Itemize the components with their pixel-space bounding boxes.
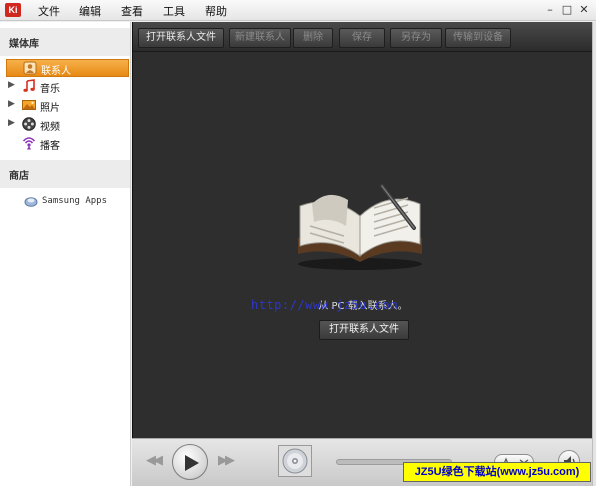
menu-edit[interactable]: 编辑 <box>79 3 101 19</box>
toolbar: 打开联系人文件 新建联系人 删除 保存 另存为 传输到设备 <box>133 22 593 52</box>
menu-help[interactable]: 帮助 <box>205 3 227 19</box>
open-contacts-file-center-button[interactable]: 打开联系人文件 <box>319 320 409 340</box>
previous-track-button[interactable]: ◀◀ <box>146 453 163 468</box>
menu-file[interactable]: 文件 <box>38 3 60 19</box>
minimize-button[interactable]: – <box>543 4 557 16</box>
watermark-url: http://www.jz5u.com <box>251 298 398 312</box>
main-panel: 打开联系人文件 新建联系人 删除 保存 另存为 传输到设备 从 PC 载入联系人… <box>132 22 593 438</box>
maximize-button[interactable]: □ <box>560 4 574 16</box>
photos-icon <box>22 100 36 110</box>
sidebar-item-label: 视频 <box>40 122 60 133</box>
content-area: 从 PC 载入联系人。 http://www.jz5u.com 打开联系人文件 <box>133 52 593 438</box>
site-watermark-badge: JZ5U绿色下载站(www.jz5u.com) <box>403 462 591 482</box>
store-header: 商店 <box>0 160 130 188</box>
sidebar-item-label: 音乐 <box>40 84 60 95</box>
new-contact-button[interactable]: 新建联系人 <box>229 28 291 48</box>
play-button[interactable] <box>172 444 208 480</box>
music-icon <box>23 79 35 92</box>
expand-arrow-icon[interactable]: ▶ <box>8 118 15 128</box>
album-art <box>278 445 312 477</box>
sidebar-item-podcast[interactable]: 播客 <box>6 135 129 153</box>
menu-tools[interactable]: 工具 <box>163 3 185 19</box>
sidebar-item-music[interactable]: ▶ 音乐 <box>6 78 129 96</box>
app-logo-icon: Ki <box>5 3 21 17</box>
next-track-button[interactable]: ▶▶ <box>218 453 235 468</box>
samsung-apps-icon <box>24 197 38 207</box>
sidebar-item-label: 联系人 <box>41 66 71 77</box>
sidebar-item-contacts[interactable]: 联系人 <box>6 59 129 77</box>
sidebar-item-photos[interactable]: ▶ 照片 <box>6 97 129 115</box>
sidebar: 媒体库 联系人 ▶ 音乐 ▶ 照片 ▶ 视频 播客 商店 Samsung App… <box>0 22 131 486</box>
menu-view[interactable]: 查看 <box>121 3 143 19</box>
transfer-to-device-button[interactable]: 传输到设备 <box>445 28 511 48</box>
sidebar-item-video[interactable]: ▶ 视频 <box>6 116 129 134</box>
library-header: 媒体库 <box>0 28 130 56</box>
expand-arrow-icon[interactable]: ▶ <box>8 80 15 90</box>
contacts-icon <box>23 61 37 75</box>
cd-icon <box>282 448 308 474</box>
sidebar-item-label: 照片 <box>40 103 60 114</box>
video-icon <box>22 117 36 131</box>
play-icon <box>185 455 199 471</box>
window-right-edge <box>592 22 596 486</box>
save-as-button[interactable]: 另存为 <box>390 28 442 48</box>
save-button[interactable]: 保存 <box>339 28 385 48</box>
open-book-icon <box>298 184 422 270</box>
expand-arrow-icon[interactable]: ▶ <box>8 99 15 109</box>
open-contacts-file-button[interactable]: 打开联系人文件 <box>138 28 224 48</box>
sidebar-item-label: Samsung Apps <box>42 196 108 206</box>
delete-button[interactable]: 删除 <box>293 28 333 48</box>
sidebar-item-samsung-apps[interactable]: Samsung Apps <box>24 195 107 207</box>
menu-bar: Ki 文件 编辑 查看 工具 帮助 – □ ✕ <box>0 0 596 21</box>
close-button[interactable]: ✕ <box>577 4 591 16</box>
podcast-icon <box>22 137 36 150</box>
sidebar-item-label: 播客 <box>40 141 60 152</box>
